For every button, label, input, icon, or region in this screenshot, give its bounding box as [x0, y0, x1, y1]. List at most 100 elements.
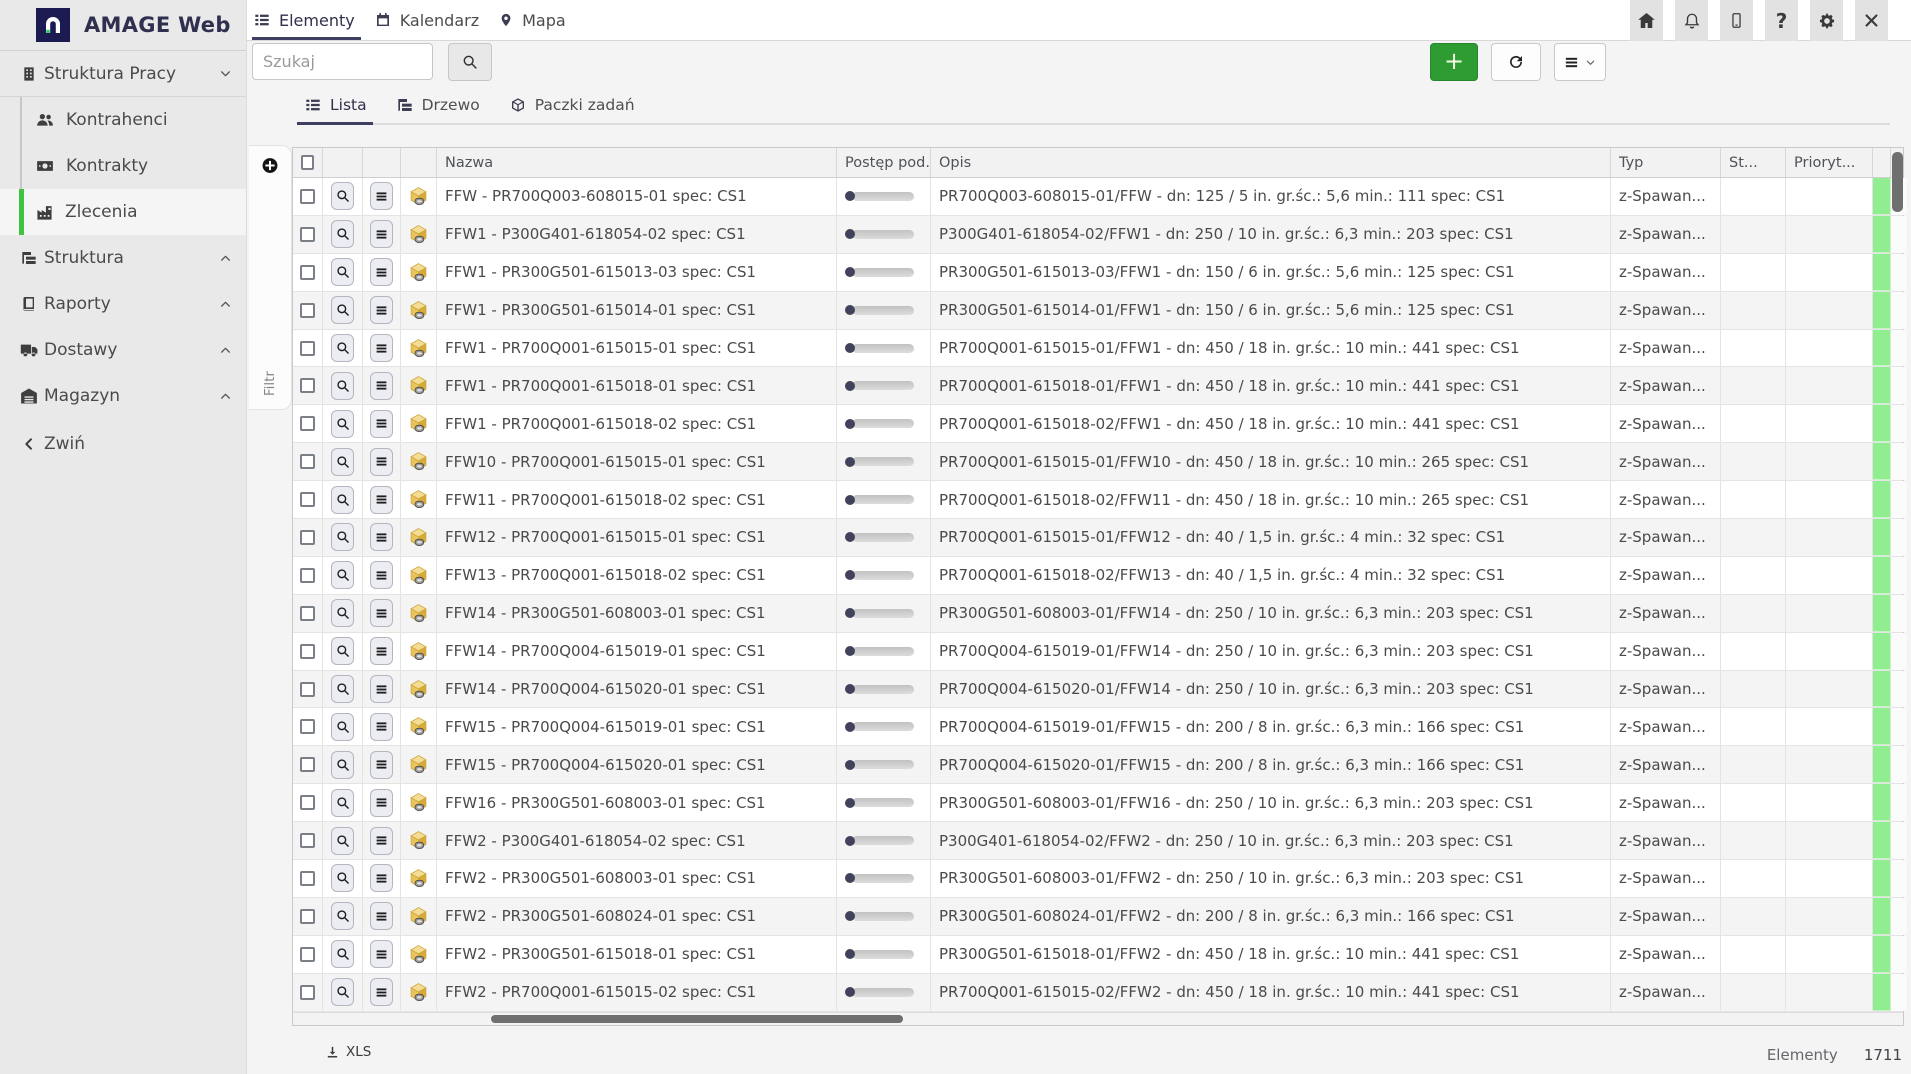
view-menu-button[interactable]: [1554, 43, 1606, 81]
table-row[interactable]: FFW1 - PR700Q001-615015-01 spec: CS1PR70…: [293, 330, 1903, 368]
row-preview-button[interactable]: [331, 296, 354, 324]
row-checkbox[interactable]: [300, 454, 315, 469]
table-row[interactable]: FFW12 - PR700Q001-615015-01 spec: CS1PR7…: [293, 519, 1903, 557]
row-menu-button[interactable]: [370, 827, 393, 855]
sidebar-collapse-button[interactable]: Zwiń: [0, 421, 246, 467]
row-preview-button[interactable]: [331, 713, 354, 741]
row-checkbox[interactable]: [300, 227, 315, 242]
row-menu-button[interactable]: [370, 372, 393, 400]
table-row[interactable]: FFW - PR700Q003-608015-01 spec: CS1PR700…: [293, 178, 1903, 216]
row-preview-button[interactable]: [331, 637, 354, 665]
row-preview-button[interactable]: [331, 599, 354, 627]
table-row[interactable]: FFW13 - PR700Q001-615018-02 spec: CS1PR7…: [293, 557, 1903, 595]
tab-mapa[interactable]: Mapa: [495, 0, 582, 40]
row-menu-button[interactable]: [370, 258, 393, 286]
row-preview-button[interactable]: [331, 978, 354, 1006]
row-menu-button[interactable]: [370, 599, 393, 627]
sidebar-item-dostawy[interactable]: Dostawy: [0, 327, 246, 373]
close-button[interactable]: [1855, 0, 1888, 41]
row-preview-button[interactable]: [331, 561, 354, 589]
table-row[interactable]: FFW2 - PR300G501-615018-01 spec: CS1PR30…: [293, 936, 1903, 974]
row-preview-button[interactable]: [331, 523, 354, 551]
row-checkbox[interactable]: [300, 492, 315, 507]
row-checkbox[interactable]: [300, 341, 315, 356]
row-checkbox[interactable]: [300, 606, 315, 621]
add-button[interactable]: +: [1430, 43, 1478, 81]
row-preview-button[interactable]: [331, 902, 354, 930]
sidebar-item-raporty[interactable]: Raporty: [0, 281, 246, 327]
row-checkbox[interactable]: [300, 833, 315, 848]
row-menu-button[interactable]: [370, 675, 393, 703]
row-preview-button[interactable]: [331, 751, 354, 779]
row-checkbox[interactable]: [300, 189, 315, 204]
table-row[interactable]: FFW2 - PR300G501-608003-01 spec: CS1PR30…: [293, 860, 1903, 898]
row-preview-button[interactable]: [331, 789, 354, 817]
row-preview-button[interactable]: [331, 486, 354, 514]
search-button[interactable]: [448, 43, 492, 81]
row-preview-button[interactable]: [331, 448, 354, 476]
row-menu-button[interactable]: [370, 486, 393, 514]
table-row[interactable]: FFW1 - PR300G501-615013-03 spec: CS1PR30…: [293, 254, 1903, 292]
row-preview-button[interactable]: [331, 258, 354, 286]
row-checkbox[interactable]: [300, 909, 315, 924]
row-checkbox[interactable]: [300, 303, 315, 318]
sidebar-item-struktura[interactable]: Struktura: [0, 235, 246, 281]
table-row[interactable]: FFW11 - PR700Q001-615018-02 spec: CS1PR7…: [293, 481, 1903, 519]
sidebar-item-zlecenia[interactable]: Zlecenia: [0, 189, 246, 235]
horizontal-scrollbar-thumb[interactable]: [491, 1015, 903, 1023]
table-row[interactable]: FFW1 - PR700Q001-615018-02 spec: CS1PR70…: [293, 405, 1903, 443]
search-input[interactable]: [252, 43, 433, 80]
row-checkbox[interactable]: [300, 757, 315, 772]
filter-panel-tab[interactable]: Filtr: [249, 145, 292, 410]
sidebar-item-kontrakty[interactable]: Kontrakty: [0, 143, 246, 189]
refresh-button[interactable]: [1491, 43, 1541, 81]
home-button[interactable]: [1630, 0, 1663, 41]
row-menu-button[interactable]: [370, 523, 393, 551]
row-menu-button[interactable]: [370, 902, 393, 930]
bell-button[interactable]: [1675, 0, 1708, 41]
table-row[interactable]: FFW14 - PR700Q004-615019-01 spec: CS1PR7…: [293, 633, 1903, 671]
row-checkbox[interactable]: [300, 682, 315, 697]
row-menu-button[interactable]: [370, 182, 393, 210]
row-menu-button[interactable]: [370, 978, 393, 1006]
view-tab-paczki-zadań[interactable]: Paczki zadań: [510, 96, 635, 123]
row-preview-button[interactable]: [331, 675, 354, 703]
table-row[interactable]: FFW15 - PR700Q004-615019-01 spec: CS1PR7…: [293, 708, 1903, 746]
row-preview-button[interactable]: [331, 182, 354, 210]
table-row[interactable]: FFW2 - P300G401-618054-02 spec: CS1P300G…: [293, 822, 1903, 860]
sidebar-item-magazyn[interactable]: Magazyn: [0, 373, 246, 419]
sidebar-item-kontrahenci[interactable]: Kontrahenci: [0, 97, 246, 143]
row-menu-button[interactable]: [370, 296, 393, 324]
export-xls-button[interactable]: XLS: [325, 1044, 371, 1060]
view-tab-drzewo[interactable]: Drzewo: [397, 96, 480, 123]
add-filter-icon[interactable]: [262, 157, 279, 174]
row-menu-button[interactable]: [370, 940, 393, 968]
row-checkbox[interactable]: [300, 530, 315, 545]
row-menu-button[interactable]: [370, 448, 393, 476]
row-preview-button[interactable]: [331, 827, 354, 855]
table-row[interactable]: FFW1 - PR300G501-615014-01 spec: CS1PR30…: [293, 292, 1903, 330]
row-menu-button[interactable]: [370, 789, 393, 817]
row-checkbox[interactable]: [300, 871, 315, 886]
table-row[interactable]: FFW14 - PR300G501-608003-01 spec: CS1PR3…: [293, 595, 1903, 633]
question-button[interactable]: ?: [1765, 0, 1798, 41]
table-row[interactable]: FFW2 - PR300G501-608024-01 spec: CS1PR30…: [293, 898, 1903, 936]
row-checkbox[interactable]: [300, 947, 315, 962]
row-checkbox[interactable]: [300, 795, 315, 810]
table-row[interactable]: FFW15 - PR700Q004-615020-01 spec: CS1PR7…: [293, 746, 1903, 784]
row-preview-button[interactable]: [331, 864, 354, 892]
gear-button[interactable]: [1810, 0, 1843, 41]
table-row[interactable]: FFW16 - PR300G501-608003-01 spec: CS1PR3…: [293, 784, 1903, 822]
row-preview-button[interactable]: [331, 410, 354, 438]
row-checkbox[interactable]: [300, 644, 315, 659]
row-menu-button[interactable]: [370, 864, 393, 892]
tab-kalendarz[interactable]: Kalendarz: [371, 0, 495, 40]
row-menu-button[interactable]: [370, 561, 393, 589]
row-checkbox[interactable]: [300, 265, 315, 280]
mobile-button[interactable]: [1720, 0, 1753, 41]
row-checkbox[interactable]: [300, 568, 315, 583]
sidebar-item-struktura-pracy[interactable]: Struktura Pracy: [0, 51, 246, 97]
row-menu-button[interactable]: [370, 220, 393, 248]
row-checkbox[interactable]: [300, 985, 315, 1000]
row-menu-button[interactable]: [370, 751, 393, 779]
